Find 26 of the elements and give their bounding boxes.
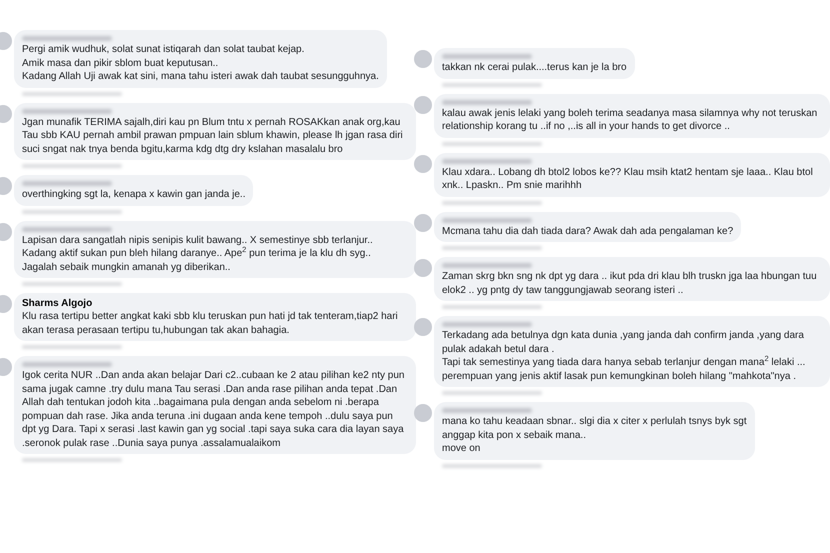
comment-text: overthingking sgt la, kenapa x kawin gan janda je.. — [22, 188, 246, 202]
comment-text: Mcmana tahu dia dah tiada dara? Awak dah ada pengalaman ke? — [442, 224, 734, 238]
comment-text: takkan nk cerai pulak....terus kan je la bro — [442, 61, 627, 74]
comment-text: move on — [442, 442, 482, 456]
comment-text: Tapi tak semestinya yang tiada dara hanya sebab terlanjur dengan mana$^{2}$ lelaki ... perempuan yang jenis aktif lasak pun kemungkinan boleh hilang "mahkota"nya . — [442, 356, 806, 383]
comment-text: Igok cerita NUR ..Dan anda akan belajar Dari c2..cubaan ke 2 atau pilihan ke2 nty pun sama jugak camne .try dulu mana Tau serasi .Dan anda rase pilihan anda tepat .Dan Allah dah tentukan jodoh kita ..bagaimana pula dengan anda sebelom ni .berapa pompuan dah rase. Jika anda teruna .ini dugaan anda kene tempoh ..dulu saya pun dpt yg Dara. Tapi x serasi .last kawin gan yg social .tapi saya suka cara dia layan saya .seronok pulak rase ..Dunia saya punya .assalamualaikom — [22, 369, 406, 450]
comment-text: Zaman skrg bkn sng nk dpt yg dara .. ikut pda dri klau blh truskn jga laa hbungan tuu elok2 .. yg pntg dy taw tanggungjawab seorang isteri .. — [442, 270, 818, 297]
avatar — [414, 214, 432, 232]
comment-text: Terkadang ada betulnya dgn kata dunia ,yang janda dah confirm janda ,yang dara pulak adakah betul dara . — [442, 329, 805, 356]
avatar — [414, 404, 432, 422]
comment-text: Pergi amik wudhuk, solat sunat istiqarah dan solat taubat kejap. — [22, 43, 306, 56]
comment-text: Amik masa dan pikir sblom buat keputusan.. — [22, 56, 220, 70]
comment-text: Jgan munafik TERIMA sajalh,diri kau pn Blum tntu x pernah ROSAKkan anak org,kau Tau sbb KAU pernah ambil prawan pmpuan lain sblum khawin, please lh jgan rasa diri suci sngat nak tnya benda bgitu,karma kdg dtg dry kslahan masalalu bro — [22, 116, 404, 156]
comment-text: Klau xdara.. Lobang dh btol2 lobos ke?? Klau msih ktat2 hentam sje laaa.. Klau btol xnk.. Lpaskn.. Pm snie marihhh — [442, 166, 814, 192]
comment-text: Kadang Allah Uji awak kat sini, mana tahu isteri awak dah taubat sesungguhnya. — [22, 70, 379, 84]
comment-text: anggap kita pon x sebaik mana.. — [442, 428, 587, 442]
comment-author[interactable]: Sharms Algojo — [22, 297, 408, 310]
comment-text: Lapisan dara sangatlah nipis senipis kulit bawang.. X semestinye sbb terlanjur.. Kadang aktif sukan pun bleh hilang daranye.. Ape$^{2}$ pun terima je la klu dh syg.. Jagalah sebaik mungkin amanah yg diberikan.. — [22, 234, 374, 274]
comment-text: kalau awak jenis lelaki yang boleh terima seadanya masa silamnya why not teruskan relationship korang tu ..if no ,..is all in your hands to get divorce .. — [442, 106, 818, 134]
avatar — [414, 259, 432, 277]
avatar — [414, 50, 432, 68]
avatar — [414, 154, 432, 172]
comment-text: mana ko tahu keadaan sbnar.. slgi dia x citer x perlulah tsnys byk sgt — [442, 415, 747, 428]
avatar — [414, 318, 432, 336]
avatar — [414, 96, 432, 114]
comment-text: Klu rasa tertipu better angkat kaki sbb klu teruskan pun hati jd tak tenteram,tiap2 hari akan terasa perasaan tertipu tu,hubungan tak akan bahagia. — [22, 310, 399, 337]
